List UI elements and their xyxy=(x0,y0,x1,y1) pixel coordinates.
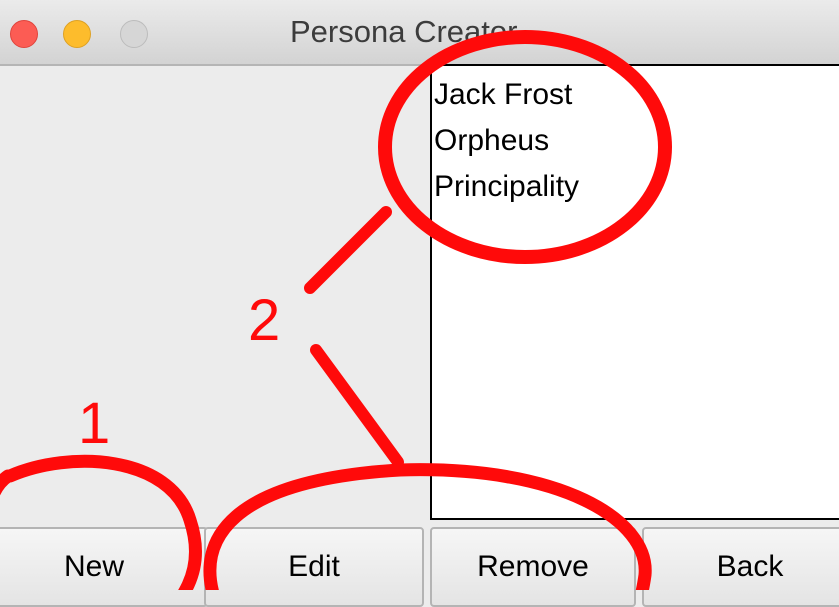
back-button[interactable]: Back xyxy=(642,527,839,607)
title-bar: Persona Creator xyxy=(0,0,839,66)
list-item[interactable]: Orpheus xyxy=(432,118,839,164)
list-item[interactable]: Jack Frost xyxy=(432,72,839,118)
edit-button[interactable]: Edit xyxy=(204,527,424,607)
window-title: Persona Creator xyxy=(290,14,518,49)
new-button[interactable]: New xyxy=(0,527,208,607)
minimize-window-icon[interactable] xyxy=(63,20,91,48)
annotation-number-2: 2 xyxy=(248,288,281,353)
remove-button[interactable]: Remove xyxy=(430,527,636,607)
annotation-number-1: 1 xyxy=(78,391,111,456)
annotation-line-lower xyxy=(310,344,404,468)
annotation-line-upper xyxy=(304,206,392,294)
close-window-icon[interactable] xyxy=(10,20,38,48)
zoom-window-icon[interactable] xyxy=(120,20,148,48)
list-item[interactable]: Principality xyxy=(432,164,839,210)
persona-list[interactable]: Jack Frost Orpheus Principality xyxy=(430,64,839,520)
